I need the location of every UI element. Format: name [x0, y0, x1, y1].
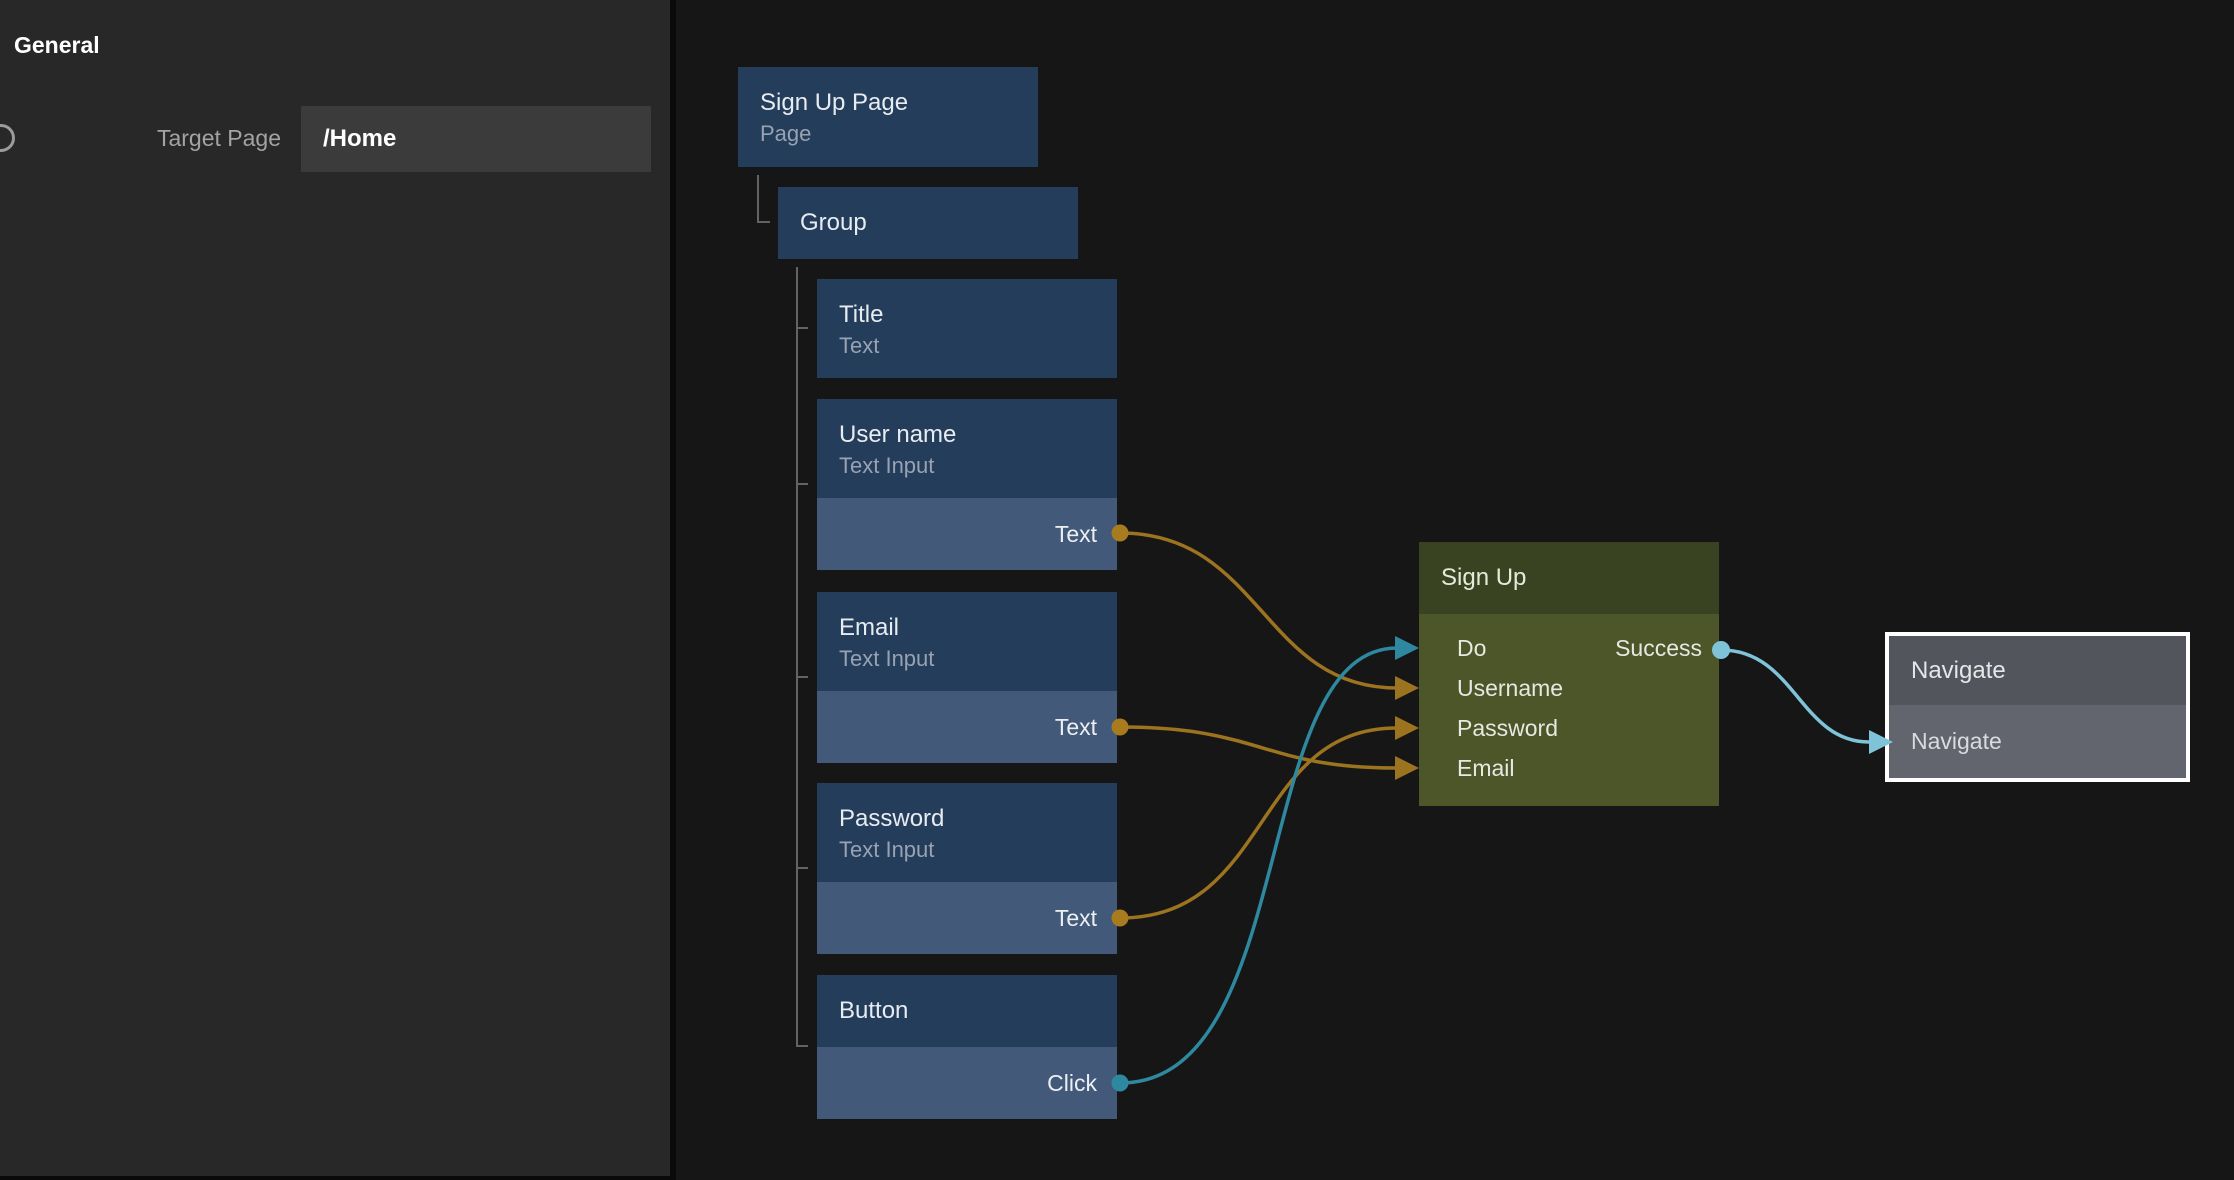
port-label: Email — [1457, 755, 1515, 781]
port-label: Do — [1457, 635, 1486, 661]
input-port-password[interactable]: Password — [1419, 708, 1719, 748]
port-label: Text — [1055, 882, 1117, 954]
port-label: Click — [1047, 1047, 1117, 1119]
port-label: Text — [1055, 498, 1117, 570]
target-page-input[interactable]: /Home — [301, 106, 651, 172]
port-label: Username — [1457, 675, 1563, 701]
node-header: Group — [778, 187, 1078, 259]
output-port-success[interactable]: Success — [1615, 628, 1702, 668]
output-port-text[interactable]: Text — [817, 498, 1117, 570]
node-ports: Do Success Username Password Email — [1419, 614, 1719, 806]
port-label: Password — [1457, 715, 1558, 741]
node-subtitle: Text Input — [839, 834, 1117, 865]
tree-node-group[interactable]: Group — [778, 187, 1078, 259]
node-title: Password — [839, 803, 1117, 834]
node-subtitle: Page — [760, 118, 1038, 149]
node-header: User name Text Input — [817, 399, 1117, 498]
node-title: Button — [839, 975, 1117, 1047]
input-port-navigate[interactable]: Navigate — [1889, 705, 2186, 778]
tree-node-user-name[interactable]: User name Text Input Text — [817, 399, 1117, 570]
input-port-do[interactable]: Do Success — [1419, 628, 1719, 668]
node-title: Sign Up — [1441, 542, 1719, 614]
node-header: Sign Up Page Page — [738, 67, 1038, 167]
node-title: User name — [839, 419, 1117, 450]
tree-node-title[interactable]: Title Text — [817, 279, 1117, 378]
target-page-label: Target Page — [60, 125, 281, 152]
tree-node-sign-up-page[interactable]: Sign Up Page Page — [738, 67, 1038, 167]
panel-section-title: General — [14, 32, 100, 59]
node-subtitle: Text Input — [839, 643, 1117, 674]
logic-node-navigate-selected[interactable]: Navigate Navigate — [1885, 632, 2190, 782]
output-port-text[interactable]: Text — [817, 882, 1117, 954]
logic-node-sign-up[interactable]: Sign Up Do Success Username Password Ema… — [1419, 542, 1719, 806]
tree-node-email[interactable]: Email Text Input Text — [817, 592, 1117, 763]
node-subtitle: Text Input — [839, 450, 1117, 481]
app-window: General Target Page /Home Sign Up Page P… — [0, 0, 2234, 1180]
connector-circle-icon — [0, 124, 15, 152]
node-title: Email — [839, 612, 1117, 643]
node-header: Title Text — [817, 279, 1117, 378]
node-header: Email Text Input — [817, 592, 1117, 691]
output-port-text[interactable]: Text — [817, 691, 1117, 763]
tree-node-password[interactable]: Password Text Input Text — [817, 783, 1117, 954]
output-port-click[interactable]: Click — [817, 1047, 1117, 1119]
input-port-username[interactable]: Username — [1419, 668, 1719, 708]
node-title: Group — [800, 187, 1078, 259]
node-header: Password Text Input — [817, 783, 1117, 882]
port-label: Text — [1055, 691, 1117, 763]
input-port-email[interactable]: Email — [1419, 748, 1719, 788]
node-header: Button — [817, 975, 1117, 1047]
properties-panel: General Target Page /Home — [0, 0, 670, 1176]
node-title: Navigate — [1889, 636, 2186, 705]
node-title: Title — [839, 299, 1117, 330]
tree-node-button[interactable]: Button Click — [817, 975, 1117, 1119]
node-title: Sign Up Page — [760, 87, 1038, 118]
node-subtitle: Text — [839, 330, 1117, 361]
node-header: Sign Up — [1419, 542, 1719, 614]
